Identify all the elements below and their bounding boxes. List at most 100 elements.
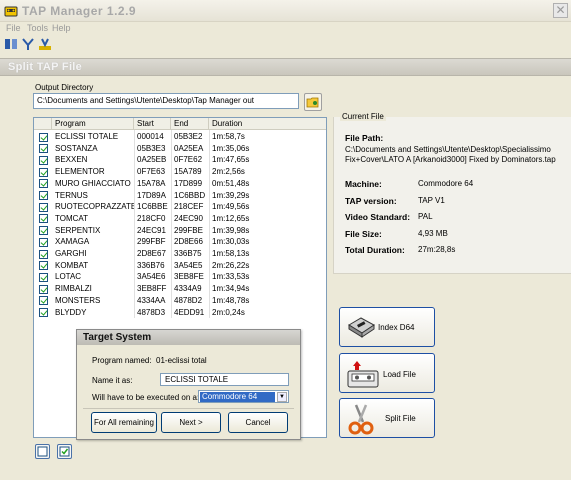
merge-icon[interactable] — [21, 37, 35, 51]
row-checkbox[interactable] — [39, 308, 48, 317]
program-cell: TERNUS — [55, 190, 88, 200]
row-checkbox[interactable] — [39, 179, 48, 189]
table-row[interactable]: XAMAGA 299FBF 2D8E66 1m:30,03s — [34, 236, 326, 248]
end-cell: 299FBE — [174, 225, 203, 235]
output-directory-field[interactable]: C:\Documents and Settings\Utente\Desktop… — [33, 93, 299, 109]
browse-folder-button[interactable] — [304, 93, 322, 111]
duration-cell: 1m:49,56s — [212, 202, 250, 212]
row-checkbox[interactable] — [39, 261, 48, 271]
row-checkbox[interactable] — [39, 296, 48, 306]
close-button[interactable]: ✕ — [553, 3, 568, 18]
checked-box-icon — [59, 446, 70, 457]
index-d64-label: Index D64 — [378, 323, 415, 332]
table-row[interactable]: RIMBALZI 3EB8FF 4334A9 1m:34,94s — [34, 283, 326, 295]
row-checkbox[interactable] — [39, 191, 48, 200]
column-end[interactable]: End — [171, 118, 209, 130]
video-standard-value: PAL — [418, 212, 433, 221]
row-checkbox[interactable] — [39, 237, 48, 247]
row-checkbox[interactable] — [39, 214, 48, 224]
row-checkbox[interactable] — [39, 272, 48, 282]
for-all-remaining-button[interactable]: For All remaining — [91, 412, 157, 433]
duration-cell: 2m:0,24s — [212, 307, 245, 317]
table-row[interactable]: ECLISSI TOTALE 000014 05B3E2 1m:58,7s — [34, 131, 326, 143]
table-row[interactable]: TOMCAT 218CF0 24EC90 1m:12,65s — [34, 213, 326, 225]
table-row[interactable]: KOMBAT 336B76 3A54E5 2m:26,22s — [34, 260, 326, 272]
table-row[interactable]: BEXXEN 0A25EB 0F7E62 1m:47,65s — [34, 154, 326, 166]
convert-icon[interactable] — [38, 37, 52, 51]
total-duration-label: Total Duration: — [345, 245, 405, 255]
start-cell: 4878D3 — [137, 307, 166, 317]
table-row[interactable]: TERNUS 17D89A 1C6BBD 1m:39,29s — [34, 190, 326, 202]
table-row[interactable]: LOTAC 3A54E6 3EB8FE 1m:33,53s — [34, 271, 326, 283]
menu-help[interactable]: Help — [52, 23, 71, 33]
program-cell: MONSTERS — [55, 295, 101, 305]
program-cell: ECLISSI TOTALE — [55, 132, 119, 141]
row-checkbox[interactable] — [39, 202, 48, 212]
row-checkbox[interactable] — [39, 284, 48, 294]
file-size-value: 4,93 MB — [418, 229, 448, 238]
duration-cell: 2m:2,56s — [212, 167, 245, 177]
split-icon[interactable] — [4, 37, 18, 51]
start-cell: 2D8E67 — [137, 249, 166, 258]
start-cell: 15A78A — [137, 178, 166, 188]
index-d64-button[interactable]: Index D64 — [339, 307, 435, 347]
list-header: Program Start End Duration — [34, 118, 326, 130]
duration-cell: 1m:48,78s — [212, 295, 250, 305]
select-all-button[interactable] — [57, 444, 72, 459]
end-cell: 15A789 — [174, 167, 202, 177]
start-cell: 3A54E6 — [137, 272, 166, 282]
column-duration[interactable]: Duration — [209, 118, 326, 130]
table-row[interactable]: SERPENTIX 24EC91 299FBE 1m:39,98s — [34, 225, 326, 237]
duration-cell: 1m:39,29s — [212, 190, 250, 200]
start-cell: 4334AA — [137, 295, 166, 305]
load-file-label: Load File — [383, 370, 416, 379]
load-file-button[interactable]: Load File — [339, 353, 435, 393]
row-checkbox[interactable] — [39, 167, 48, 177]
column-program[interactable]: Program — [52, 118, 134, 130]
name-it-as-input[interactable]: ECLISSI TOTALE — [160, 373, 289, 386]
table-row[interactable]: SOSTANZA 05B3E3 0A25EA 1m:35,06s — [34, 143, 326, 155]
cancel-button[interactable]: Cancel — [228, 412, 288, 433]
machine-value: Commodore 64 — [418, 179, 474, 188]
table-row[interactable]: MURO GHIACCIATO 15A78A 17D899 0m:51,48s — [34, 178, 326, 190]
table-row[interactable]: BLYDDY 4878D3 4EDD91 2m:0,24s — [34, 307, 326, 319]
duration-cell: 1m:58,7s — [212, 132, 245, 141]
row-checkbox[interactable] — [39, 249, 48, 259]
row-checkbox[interactable] — [39, 155, 48, 165]
end-cell: 4334A9 — [174, 284, 202, 294]
duration-cell: 1m:33,53s — [212, 272, 250, 282]
row-checkbox[interactable] — [39, 144, 48, 154]
table-row[interactable]: ELEMENTOR 0F7E63 15A789 2m:2,56s — [34, 166, 326, 178]
menu-tools[interactable]: Tools — [27, 23, 48, 33]
table-row[interactable]: GARGHI 2D8E67 336B75 1m:58,13s — [34, 248, 326, 260]
end-cell: 4EDD91 — [174, 307, 205, 317]
next-button[interactable]: Next > — [161, 412, 221, 433]
end-cell: 2D8E66 — [174, 237, 203, 247]
table-row[interactable]: RUOTECOPRAZZATE 1C6BBE 218CEF 1m:49,56s — [34, 201, 326, 213]
folder-icon — [306, 97, 319, 108]
tap-version-label: TAP version: — [345, 196, 397, 206]
menu-file[interactable]: File — [6, 23, 21, 33]
section-header: Split TAP File — [0, 58, 571, 76]
split-file-button[interactable]: Split File — [339, 398, 435, 438]
start-cell: 218CF0 — [137, 213, 166, 223]
program-named-value: 01-eclissi total — [156, 356, 207, 365]
header-check — [34, 118, 52, 130]
start-cell: 000014 — [137, 132, 164, 141]
end-cell: 0A25EA — [174, 143, 204, 153]
app-logo-icon — [4, 6, 18, 17]
dropdown-arrow-icon[interactable]: ▼ — [277, 392, 287, 402]
target-machine-select[interactable]: Commodore 64 ▼ — [198, 390, 289, 403]
end-cell: 336B75 — [174, 249, 202, 258]
deselect-all-button[interactable] — [35, 444, 50, 459]
program-cell: SERPENTIX — [55, 225, 101, 235]
table-row[interactable]: MONSTERS 4334AA 4878D2 1m:48,78s — [34, 295, 326, 307]
duration-cell: 1m:34,94s — [212, 284, 250, 294]
current-file-legend: Current File — [340, 112, 386, 121]
end-cell: 4878D2 — [174, 295, 203, 305]
row-checkbox[interactable] — [39, 226, 48, 236]
column-start[interactable]: Start — [134, 118, 171, 130]
program-cell: XAMAGA — [55, 237, 90, 247]
row-checkbox[interactable] — [39, 132, 48, 142]
menu-bar: File Tools Help — [0, 22, 571, 36]
